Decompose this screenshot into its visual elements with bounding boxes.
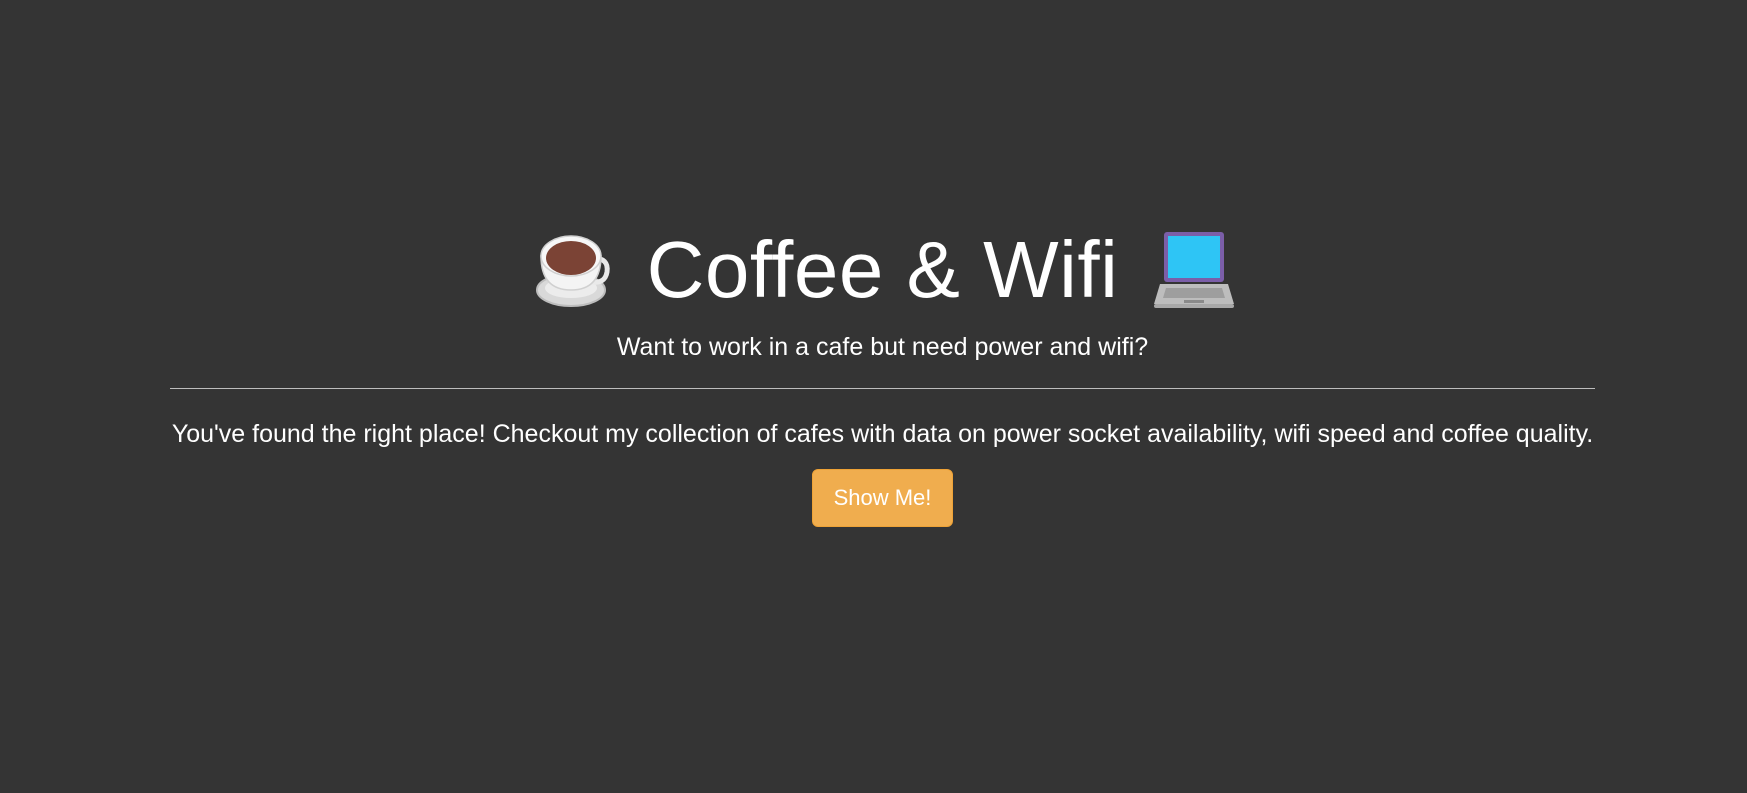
intro-text: You've found the right place! Checkout m… [171,420,1594,448]
page-title: Coffee & Wifi [646,225,1119,314]
landing-page: Coffee & Wifi Want to work in a cafe but… [0,0,1747,793]
show-me-button[interactable]: Show Me! [811,469,954,527]
laptop-icon [1154,228,1235,312]
coffee-cup-icon [531,228,611,312]
subtitle: Want to work in a cafe but need power an… [616,333,1149,361]
title-row: Coffee & Wifi [170,220,1595,320]
divider [170,388,1595,389]
hero-section: Coffee & Wifi Want to work in a cafe but… [170,220,1595,527]
